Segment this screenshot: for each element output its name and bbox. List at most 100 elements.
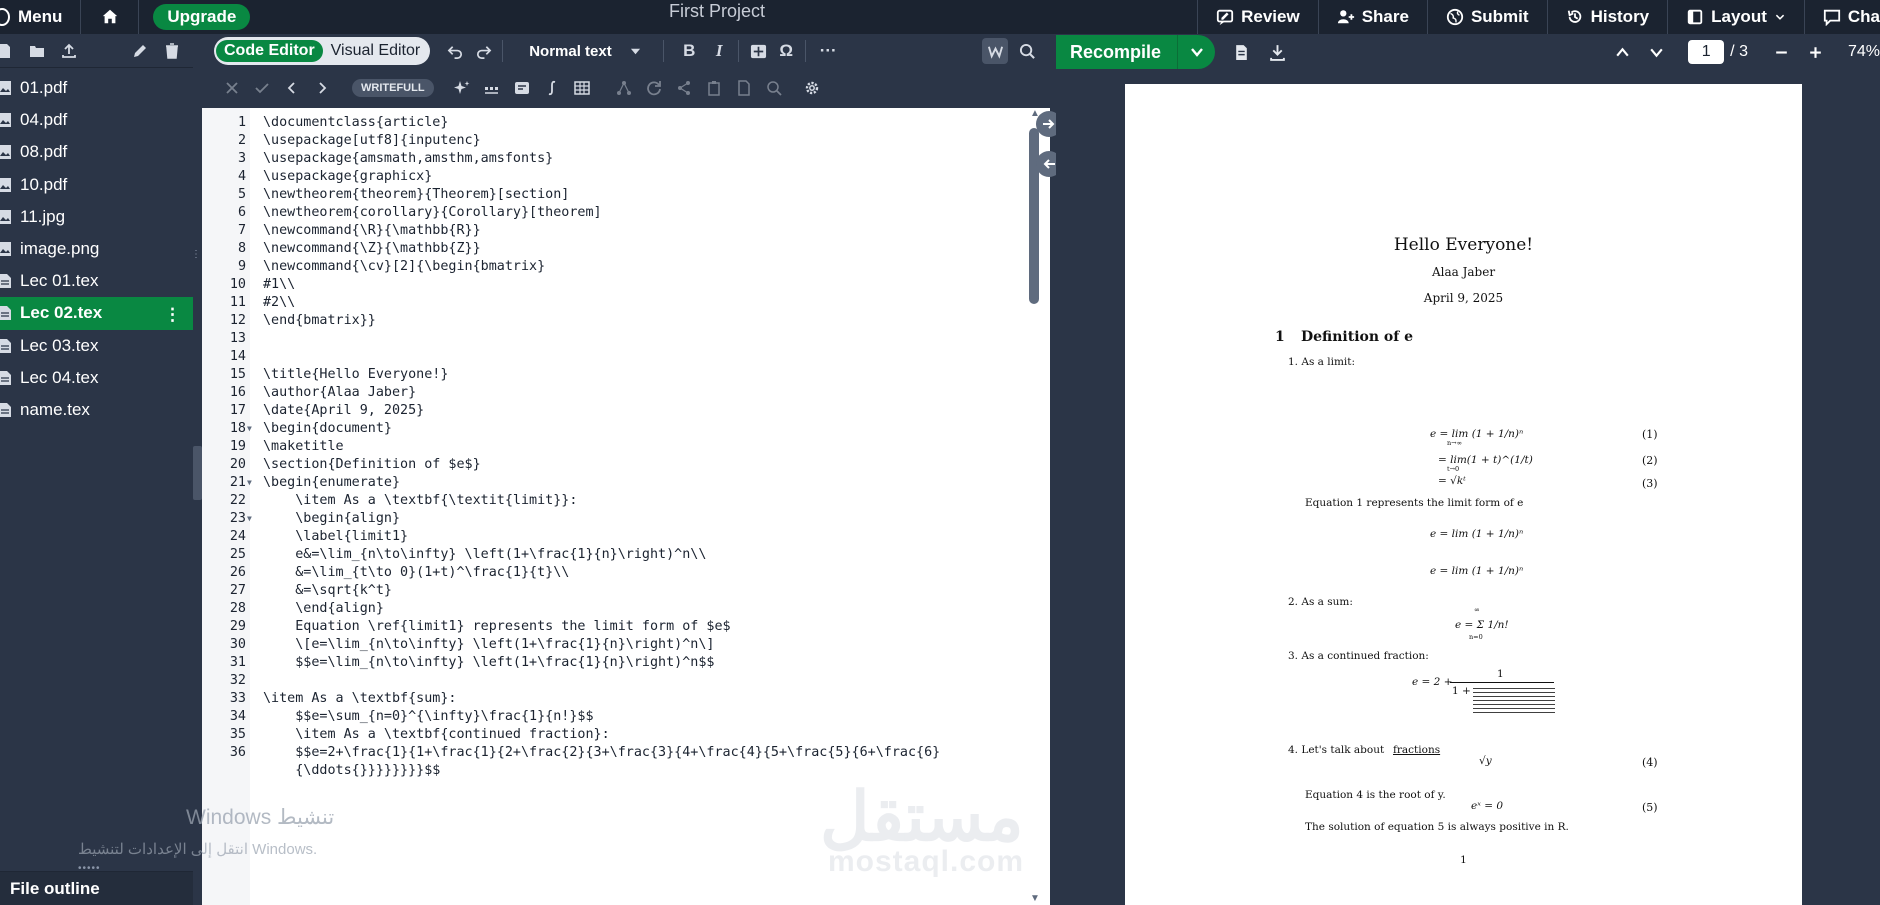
- fraction-bar: [1450, 682, 1554, 683]
- equation-root: √y: [1479, 755, 1492, 767]
- file-name: name.tex: [20, 399, 90, 419]
- solution-paragraph: The solution of equation 5 is always pos…: [1305, 821, 1569, 833]
- pdf-preview-area[interactable]: Hello Everyone! Alaa Jaber April 9, 2025…: [1056, 70, 1880, 905]
- file-item[interactable]: 04.pdf: [0, 104, 193, 136]
- paraphrase-button[interactable]: [482, 78, 502, 98]
- panel-resize-handle[interactable]: ⋮: [191, 249, 201, 265]
- file-item[interactable]: Lec 03.tex: [0, 330, 193, 362]
- nested-fraction-bars: [1473, 688, 1555, 714]
- new-folder-button[interactable]: [28, 42, 46, 60]
- scroll-down-arrow[interactable]: ▼: [1030, 893, 1040, 904]
- chevron-down-icon: [1190, 48, 1203, 57]
- new-file-button[interactable]: [0, 42, 14, 60]
- more-options-button[interactable]: ···: [816, 41, 840, 60]
- visual-editor-tab[interactable]: Visual Editor: [323, 40, 429, 62]
- file-options-icon[interactable]: ⋮: [164, 305, 181, 325]
- outline-resize-handle[interactable]: •••••: [78, 863, 100, 874]
- italic-button[interactable]: I: [710, 41, 728, 60]
- file-item[interactable]: 11.jpg: [0, 201, 193, 233]
- upgrade-button[interactable]: Upgrade: [153, 4, 251, 30]
- reject-suggestion-button[interactable]: [222, 78, 242, 98]
- file-tree-collapse-handle[interactable]: [193, 446, 202, 500]
- table-generator-button[interactable]: [572, 78, 592, 98]
- zoom-in-button[interactable]: [1806, 42, 1826, 62]
- redo-button[interactable]: [474, 42, 492, 60]
- toolbar-divider: [738, 40, 740, 62]
- clipboard-icon: [707, 81, 720, 96]
- rename-button[interactable]: [131, 42, 149, 60]
- refresh-icon: [646, 81, 661, 96]
- toolbar-divider: [805, 40, 807, 62]
- download-pdf-button[interactable]: [1267, 42, 1287, 62]
- file-item[interactable]: 01.pdf: [0, 72, 193, 104]
- code-text: {\ddots{}}}}}}}}$$: [263, 763, 441, 778]
- disabled-tool-6[interactable]: [764, 78, 784, 98]
- search-button[interactable]: [1018, 42, 1036, 60]
- title-generator-button[interactable]: [512, 78, 532, 98]
- equation-generator-button[interactable]: [542, 78, 562, 98]
- file-item[interactable]: 10.pdf: [0, 169, 193, 201]
- equation-sum-upper: ∞: [1474, 606, 1480, 614]
- undo-button[interactable]: [446, 42, 464, 60]
- ai-sparkle-button[interactable]: [452, 78, 472, 98]
- layout-label: Layout: [1711, 7, 1767, 26]
- writefull-settings-button[interactable]: [802, 78, 822, 98]
- writefull-badge[interactable]: WRITEFULL: [352, 79, 434, 97]
- disabled-tool-4[interactable]: [704, 78, 724, 98]
- close-icon: [226, 82, 238, 94]
- trash-icon: [166, 42, 178, 59]
- file-item[interactable]: Lec 01.tex: [0, 265, 193, 297]
- bold-button[interactable]: B: [680, 41, 698, 60]
- previous-suggestion-button[interactable]: [282, 78, 302, 98]
- paragraph-style-label: Normal text: [529, 42, 612, 60]
- editor-scrollbar[interactable]: [1029, 128, 1039, 304]
- zoom-level[interactable]: 74%: [1848, 43, 1880, 61]
- home-button[interactable]: [81, 0, 140, 34]
- file-item[interactable]: Lec 02.tex ⋮: [0, 297, 193, 330]
- file-name: Lec 02.tex: [20, 303, 103, 323]
- writefull-toggle-button[interactable]: [982, 38, 1008, 64]
- chat-button[interactable]: Cha: [1803, 0, 1880, 34]
- file-item[interactable]: name.tex: [0, 394, 193, 426]
- disabled-tool-5[interactable]: [734, 78, 754, 98]
- file-outline-toggle[interactable]: File outline: [0, 871, 193, 905]
- next-page-button[interactable]: [1646, 42, 1666, 62]
- network-icon: [616, 81, 631, 95]
- delete-button[interactable]: [163, 42, 181, 60]
- equation-sum: e = Σ 1/n!: [1455, 619, 1509, 631]
- history-button[interactable]: History: [1546, 0, 1668, 34]
- download-icon: [1269, 44, 1285, 61]
- zoom-out-button[interactable]: [1772, 42, 1792, 62]
- check-icon: [255, 83, 269, 94]
- layout-button[interactable]: Layout: [1667, 0, 1804, 34]
- previous-page-button[interactable]: [1612, 42, 1632, 62]
- tex-file-icon: [0, 370, 11, 385]
- submit-button[interactable]: Submit: [1426, 0, 1547, 34]
- review-button[interactable]: Review: [1197, 0, 1318, 34]
- disabled-tool-3[interactable]: [674, 78, 694, 98]
- disabled-tool-2[interactable]: [644, 78, 664, 98]
- recompile-button[interactable]: Recompile: [1056, 35, 1177, 69]
- recompile-options-button[interactable]: [1177, 35, 1215, 69]
- editor-mode-toggle[interactable]: Code Editor Visual Editor: [214, 37, 431, 65]
- view-logs-button[interactable]: [1231, 42, 1251, 62]
- file-item[interactable]: 08.pdf: [0, 136, 193, 168]
- code-editor-tab[interactable]: Code Editor: [216, 40, 323, 62]
- disabled-tool-1[interactable]: [614, 78, 634, 98]
- fractions-link[interactable]: fractions: [1393, 744, 1440, 756]
- toolbar-divider: [502, 40, 504, 62]
- arrow-left-icon: [1043, 159, 1055, 169]
- file-item[interactable]: Lec 04.tex: [0, 362, 193, 394]
- paragraph-style-select[interactable]: Normal text: [529, 43, 653, 60]
- file-item[interactable]: image.png: [0, 233, 193, 265]
- upload-button[interactable]: [60, 42, 78, 60]
- accept-suggestion-button[interactable]: [252, 78, 272, 98]
- symbol-button[interactable]: Ω: [777, 41, 795, 60]
- page-number-input[interactable]: 1: [1688, 40, 1725, 64]
- tex-file-icon: [0, 274, 11, 289]
- share-button[interactable]: Share: [1317, 0, 1427, 34]
- menu-button[interactable]: Menu: [0, 0, 82, 34]
- math-button[interactable]: [749, 42, 767, 60]
- next-suggestion-button[interactable]: [312, 78, 332, 98]
- share-users-icon: [1337, 10, 1354, 24]
